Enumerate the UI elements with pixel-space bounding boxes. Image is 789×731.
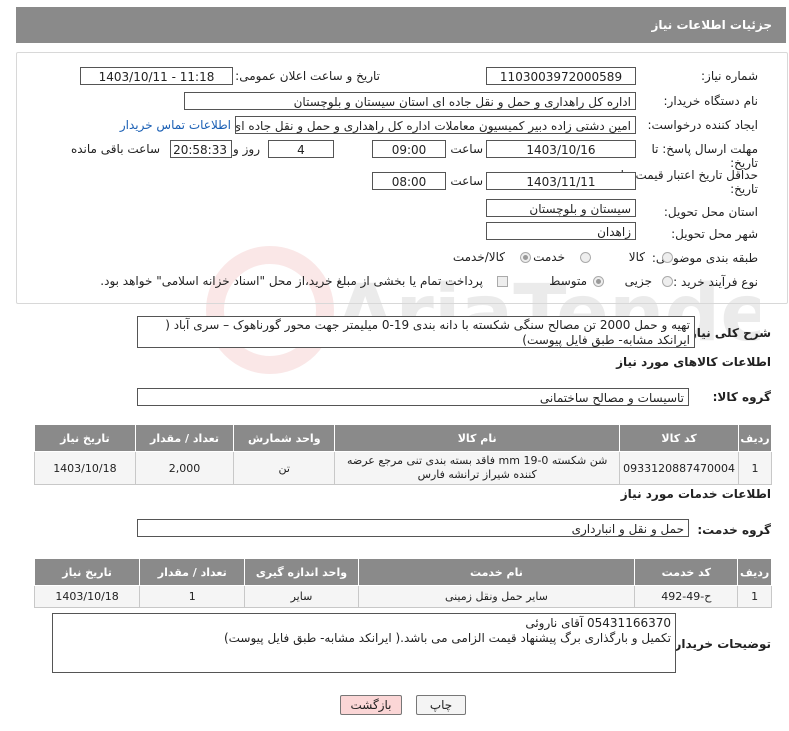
province-label: استان محل تحویل: <box>663 205 758 219</box>
services-group-field: حمل و نقل و انبارداری <box>137 519 689 537</box>
table-row: 1 ح-49-492 سایر حمل ونقل زمینی سایر 1 14… <box>33 585 772 608</box>
goods-group-label: گروه کالا: <box>712 390 771 404</box>
time-remaining-field: 20:58:33 <box>170 140 232 158</box>
category-option-goods: کالا <box>628 250 645 264</box>
time-remaining-label: ساعت باقی مانده <box>70 142 160 156</box>
validity-time-label: ساعت <box>450 174 483 188</box>
page-title: جزئیات اطلاعات نیاز <box>651 18 772 32</box>
deadline-date-field: 1403/10/16 <box>486 140 636 158</box>
col-row: ردیف <box>737 558 772 586</box>
validity-date-label: تاریخ: <box>730 182 758 196</box>
validity-label: حداقل تاریخ اعتبار قیمت: تا <box>620 168 758 182</box>
col-qty: تعداد / مقدار <box>134 424 235 452</box>
need-number-label: شماره نیاز: <box>701 69 758 83</box>
city-field: زاهدان <box>486 222 636 240</box>
deadline-time-label: ساعت <box>450 142 483 156</box>
table-row: 1 0933120887470004 شن شکسته mm 19-0 فاقد… <box>34 451 772 485</box>
treasury-payment-checkbox[interactable] <box>497 276 508 287</box>
process-option-minor: جزیی <box>624 274 652 288</box>
services-table: ردیف کد خدمت نام خدمت واحد اندازه گیری ت… <box>33 558 772 608</box>
cell-date: 1403/10/18 <box>33 585 141 608</box>
process-radio-medium[interactable] <box>593 276 604 287</box>
announce-field: 1403/10/11 - 11:18 <box>80 67 233 85</box>
category-option-service: خدمت <box>533 250 565 264</box>
cell-unit: سایر <box>244 585 359 608</box>
cell-code: 0933120887470004 <box>619 451 740 485</box>
buyer-notes-textarea[interactable]: 05431166370 آقای ناروئی تکمیل و بارگذاری… <box>52 613 676 673</box>
description-label: شرح کلی نیاز: <box>685 326 771 340</box>
col-qty: تعداد / مقدار <box>139 558 246 586</box>
process-label: نوع فرآیند خرید : <box>673 275 758 289</box>
col-unit: واحد اندازه گیری <box>244 558 359 586</box>
cell-date: 1403/10/18 <box>34 451 136 485</box>
buyer-field: اداره کل راهداری و حمل و نقل جاده ای است… <box>184 92 636 110</box>
buyer-contact-link[interactable]: اطلاعات تماس خریدار <box>120 118 231 132</box>
buyer-label: نام دستگاه خریدار: <box>663 94 759 108</box>
validity-time-field: 08:00 <box>372 172 446 190</box>
city-label: شهر محل تحویل: <box>671 227 758 241</box>
services-section-title: اطلاعات خدمات مورد نیاز <box>620 487 771 501</box>
cell-qty: 2,000 <box>134 451 235 485</box>
need-details-page: AriaTender.neT جزئیات اطلاعات نیاز شماره… <box>0 0 789 731</box>
cell-row: 1 <box>737 585 772 608</box>
creator-label: ایجاد کننده درخواست: <box>647 118 758 132</box>
col-name: نام کالا <box>334 424 621 452</box>
province-field: سیستان و بلوچستان <box>486 199 636 217</box>
services-group-label: گروه خدمت: <box>697 523 771 537</box>
description-text: تهیه و حمل 2000 تن مصالح سنگی شکسته با د… <box>165 318 690 347</box>
days-remaining-field: 4 <box>268 140 334 158</box>
creator-field: امین دشتی زاده دبیر کمیسیون معاملات ادار… <box>235 116 636 134</box>
col-unit: واحد شمارش <box>233 424 336 452</box>
category-radio-goods-service[interactable] <box>520 252 531 263</box>
col-date: تاریخ نیاز <box>33 558 141 586</box>
need-number-field: 1103003972000589 <box>486 67 636 85</box>
cell-unit: تن <box>233 451 336 485</box>
deadline-label: مهلت ارسال پاسخ: تا <box>651 142 758 156</box>
col-date: تاریخ نیاز <box>34 424 136 452</box>
buyer-notes-line-1: 05431166370 آقای ناروئی <box>525 616 671 630</box>
page-header: جزئیات اطلاعات نیاز <box>16 7 786 43</box>
description-textarea[interactable]: تهیه و حمل 2000 تن مصالح سنگی شکسته با د… <box>137 316 695 348</box>
col-code: کد خدمت <box>634 558 739 586</box>
cell-row: 1 <box>738 451 772 485</box>
services-table-header: ردیف کد خدمت نام خدمت واحد اندازه گیری ت… <box>33 558 772 586</box>
goods-section-title: اطلاعات کالاهای مورد نیاز <box>616 355 771 369</box>
col-row: ردیف <box>738 424 772 452</box>
process-option-medium: متوسط <box>549 274 587 288</box>
back-button[interactable]: بازگشت <box>340 695 402 715</box>
category-radio-service[interactable] <box>580 252 591 263</box>
announce-label: تاریخ و ساعت اعلان عمومی: <box>235 69 380 83</box>
print-button[interactable]: چاپ <box>416 695 466 715</box>
deadline-time-field: 09:00 <box>372 140 446 158</box>
cell-name: سایر حمل ونقل زمینی <box>357 585 636 608</box>
validity-date-field: 1403/11/11 <box>486 172 636 190</box>
category-option-goods-service: کالا/خدمت <box>452 250 505 264</box>
col-code: کد کالا <box>619 424 740 452</box>
treasury-payment-text: پرداخت تمام یا بخشی از مبلغ خرید،از محل … <box>100 274 483 288</box>
days-label: روز و <box>233 142 260 156</box>
category-radio-goods[interactable] <box>662 252 673 263</box>
col-name: نام خدمت <box>357 558 636 586</box>
goods-group-field: تاسیسات و مصالح ساختمانی <box>137 388 689 406</box>
process-radio-minor[interactable] <box>662 276 673 287</box>
goods-table-header: ردیف کد کالا نام کالا واحد شمارش تعداد /… <box>34 424 772 452</box>
cell-code: ح-49-492 <box>634 585 739 608</box>
buyer-notes-label: توضیحات خریدار: <box>669 637 771 651</box>
goods-table: ردیف کد کالا نام کالا واحد شمارش تعداد /… <box>34 424 772 485</box>
cell-qty: 1 <box>139 585 246 608</box>
cell-name: شن شکسته mm 19-0 فاقد بسته بندی تنی مرجع… <box>334 451 621 485</box>
buyer-notes-line-2: تکمیل و بارگذاری برگ پیشنهاد قیمت الزامی… <box>223 631 671 645</box>
